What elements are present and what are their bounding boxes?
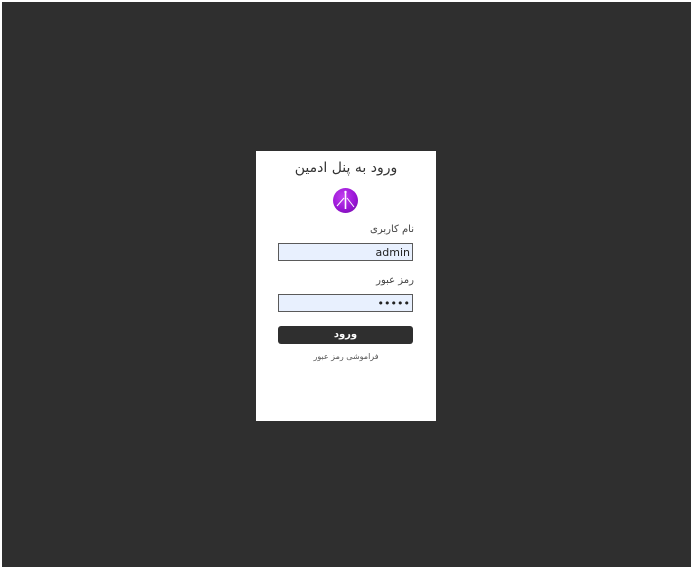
page-title: ورود به پنل ادمین: [294, 160, 398, 176]
logo-icon: [333, 188, 358, 213]
username-label: نام کاربری: [370, 224, 414, 235]
password-label: رمز عبور: [376, 275, 414, 286]
password-field[interactable]: [278, 294, 413, 312]
login-card: ورود به پنل ادمین نام کاربری رمز عبور ور…: [256, 151, 436, 421]
username-field[interactable]: [278, 243, 413, 261]
page-background: ورود به پنل ادمین نام کاربری رمز عبور ور…: [2, 2, 691, 567]
forgot-password-link[interactable]: فراموشی رمز عبور: [256, 352, 436, 361]
login-button[interactable]: ورود: [278, 326, 413, 344]
logo-mark-icon: [336, 190, 355, 209]
